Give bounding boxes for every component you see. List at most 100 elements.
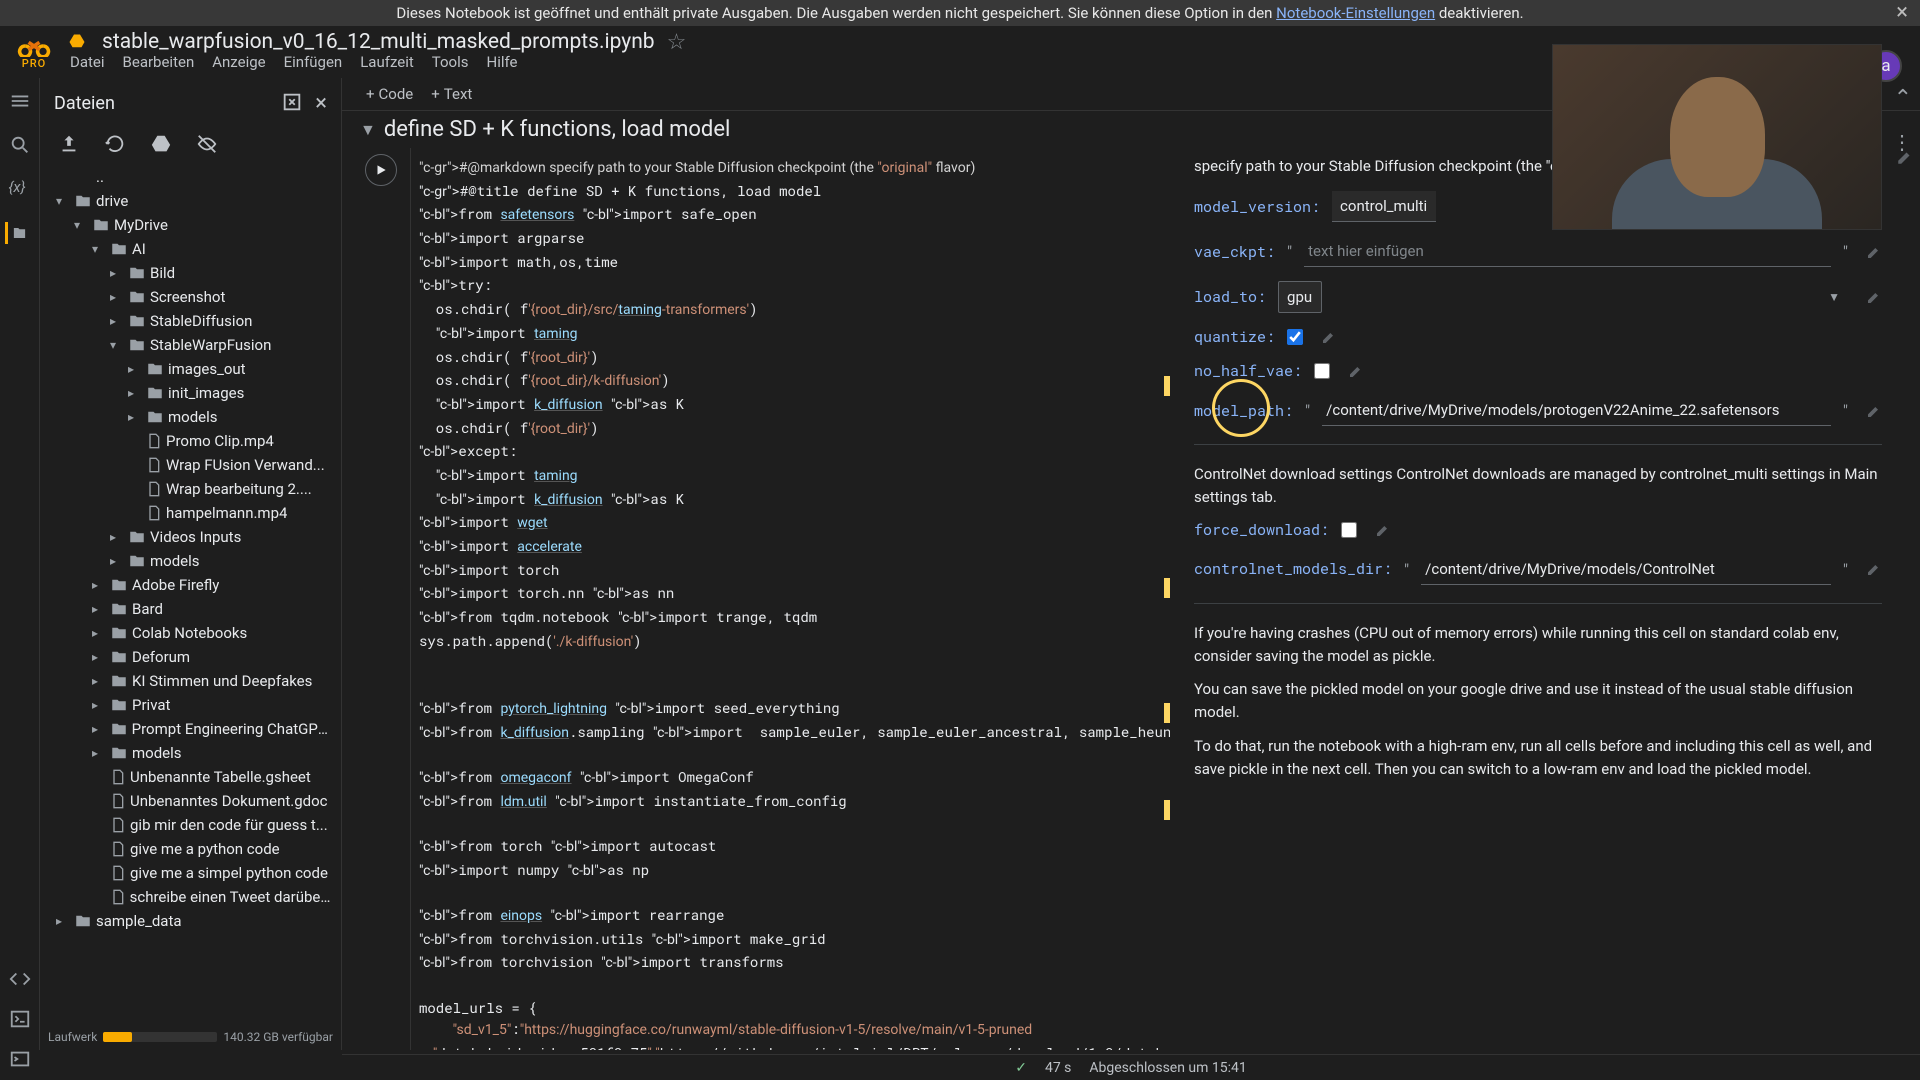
tree-row[interactable]: ▸Prompt Engineering ChatGPT,... xyxy=(48,717,341,741)
tree-row[interactable]: Unbenanntes Dokument.gdoc xyxy=(48,789,341,813)
tree-row[interactable]: ▸StableDiffusion xyxy=(48,309,341,333)
tree-row[interactable]: Wrap FUsion Verwand... xyxy=(48,453,341,477)
tree-row[interactable]: give me a simpel python code xyxy=(48,861,341,885)
load-to-select[interactable]: gpu xyxy=(1278,281,1322,313)
tree-row[interactable]: ▸Colab Notebooks xyxy=(48,621,341,645)
colab-logo[interactable]: PRO xyxy=(10,35,58,70)
terminal-icon[interactable] xyxy=(9,1008,31,1030)
tree-row[interactable]: ▸init_images xyxy=(48,381,341,405)
label-controlnet-dir: controlnet_models_dir: xyxy=(1194,559,1392,579)
help-text-1: If you're having crashes (CPU out of mem… xyxy=(1194,622,1882,669)
tree-row[interactable]: ▾MyDrive xyxy=(48,213,341,237)
variables-icon[interactable]: {x} xyxy=(9,178,31,200)
insert-code-button[interactable]: +Code xyxy=(366,85,413,103)
status-duration: 47 s xyxy=(1045,1060,1071,1076)
notebook-banner: Dieses Notebook ist geöffnet und enthält… xyxy=(0,0,1920,26)
tree-row[interactable]: gib mir den code für guess t... xyxy=(48,813,341,837)
left-rail: {x} xyxy=(0,78,40,1050)
new-window-icon[interactable] xyxy=(281,91,303,113)
tree-row[interactable]: ▸Screenshot xyxy=(48,285,341,309)
tree-row[interactable]: ▾StableWarpFusion xyxy=(48,333,341,357)
pro-badge: PRO xyxy=(22,57,47,70)
refresh-icon[interactable] xyxy=(104,133,126,155)
upload-icon[interactable] xyxy=(58,133,80,155)
tree-row[interactable]: .. xyxy=(48,165,341,189)
tree-row[interactable]: ▸Adobe Firefly xyxy=(48,573,341,597)
code-icon[interactable] xyxy=(9,968,31,990)
files-icon[interactable] xyxy=(5,222,27,244)
status-completed: Abgeschlossen um 15:41 xyxy=(1089,1060,1246,1076)
menu-bearbeiten[interactable]: Bearbeiten xyxy=(123,53,195,71)
label-no-half-vae: no_half_vae: xyxy=(1194,361,1302,381)
edit-icon[interactable] xyxy=(1866,403,1882,419)
menu-laufzeit[interactable]: Laufzeit xyxy=(360,53,414,71)
star-icon[interactable]: ☆ xyxy=(667,30,687,55)
files-panel: Dateien × ..▾drive▾MyDrive▾AI▸Bild▸Scree… xyxy=(40,78,342,1050)
insert-text-button[interactable]: +Text xyxy=(431,85,472,103)
controlnet-text: ControlNet download settings ControlNet … xyxy=(1194,463,1882,510)
tree-row[interactable]: ▸models xyxy=(48,741,341,765)
webcam-overlay xyxy=(1552,44,1882,230)
no-half-vae-checkbox[interactable] xyxy=(1314,363,1330,379)
close-panel-icon[interactable]: × xyxy=(315,91,327,116)
tree-row[interactable]: ▸models xyxy=(48,405,341,429)
notebook-title[interactable]: stable_warpfusion_v0_16_12_multi_masked_… xyxy=(102,30,655,54)
tree-row[interactable]: ▾AI xyxy=(48,237,341,261)
command-icon[interactable] xyxy=(9,1048,31,1070)
run-cell-button[interactable] xyxy=(365,154,397,186)
menu-hilfe[interactable]: Hilfe xyxy=(487,53,518,71)
disk-usage: Laufwerk 140.32 GB verfügbar xyxy=(40,1024,341,1050)
force-download-checkbox[interactable] xyxy=(1341,522,1357,538)
tree-row[interactable]: Unbenannte Tabelle.gsheet xyxy=(48,765,341,789)
hide-icon[interactable] xyxy=(196,133,218,155)
edit-icon[interactable] xyxy=(1896,148,1914,166)
tree-row[interactable]: ▸Bard xyxy=(48,597,341,621)
cell-title: define SD + K functions, load model xyxy=(384,117,731,142)
edit-icon[interactable] xyxy=(1866,244,1882,260)
close-icon[interactable]: × xyxy=(1896,0,1908,25)
tree-row[interactable]: ▸images_out xyxy=(48,357,341,381)
tree-row[interactable]: Promo Clip.mp4 xyxy=(48,429,341,453)
infinity-icon xyxy=(16,35,52,57)
label-quantize: quantize: xyxy=(1194,327,1275,347)
controlnet-dir-input[interactable] xyxy=(1421,554,1831,585)
tree-row[interactable]: ▸sample_data xyxy=(48,909,341,933)
files-title: Dateien xyxy=(54,93,115,114)
quantize-checkbox[interactable] xyxy=(1287,329,1303,345)
edit-icon[interactable] xyxy=(1375,522,1391,538)
banner-text-after: deaktivieren. xyxy=(1435,4,1523,22)
divider xyxy=(1194,444,1882,445)
tree-row[interactable]: ▸Videos Inputs xyxy=(48,525,341,549)
tree-row[interactable]: give me a python code xyxy=(48,837,341,861)
tree-row[interactable]: Wrap bearbeitung 2.... xyxy=(48,477,341,501)
model-path-input[interactable] xyxy=(1322,395,1831,426)
tree-row[interactable]: ▸Bild xyxy=(48,261,341,285)
tree-row[interactable]: ▸Deforum xyxy=(48,645,341,669)
vae-ckpt-input[interactable] xyxy=(1304,236,1831,267)
code-editor[interactable]: "c-gr">#@markdown specify path to your S… xyxy=(410,148,1170,1050)
tree-row[interactable]: hampelmann.mp4 xyxy=(48,501,341,525)
edit-icon[interactable] xyxy=(1866,289,1882,305)
tree-row[interactable]: ▾drive xyxy=(48,189,341,213)
collapse-icon[interactable]: ⌃ xyxy=(1894,86,1912,111)
menu-datei[interactable]: Datei xyxy=(70,53,105,71)
tree-row[interactable]: ▸KI Stimmen und Deepfakes xyxy=(48,669,341,693)
edit-icon[interactable] xyxy=(1321,329,1337,345)
menu-icon[interactable] xyxy=(9,90,31,112)
search-icon[interactable] xyxy=(9,134,31,156)
file-tree[interactable]: ..▾drive▾MyDrive▾AI▸Bild▸Screenshot▸Stab… xyxy=(40,165,341,1024)
label-model-path: model_path: xyxy=(1194,401,1293,421)
chevron-down-icon[interactable]: ▼ xyxy=(360,120,376,140)
menu-einfuegen[interactable]: Einfügen xyxy=(284,53,343,71)
status-bar: ✓ 47 s Abgeschlossen um 15:41 xyxy=(342,1054,1920,1080)
menu-tools[interactable]: Tools xyxy=(432,53,469,71)
edit-icon[interactable] xyxy=(1348,363,1364,379)
menu-anzeige[interactable]: Anzeige xyxy=(212,53,265,71)
tree-row[interactable]: schreibe einen Tweet darüber ... xyxy=(48,885,341,909)
model-version-select[interactable]: control_multi xyxy=(1332,191,1436,222)
tree-row[interactable]: ▸Privat xyxy=(48,693,341,717)
tree-row[interactable]: ▸models xyxy=(48,549,341,573)
edit-icon[interactable] xyxy=(1866,561,1882,577)
mount-drive-icon[interactable] xyxy=(150,133,172,155)
banner-link[interactable]: Notebook-Einstellungen xyxy=(1276,4,1435,22)
